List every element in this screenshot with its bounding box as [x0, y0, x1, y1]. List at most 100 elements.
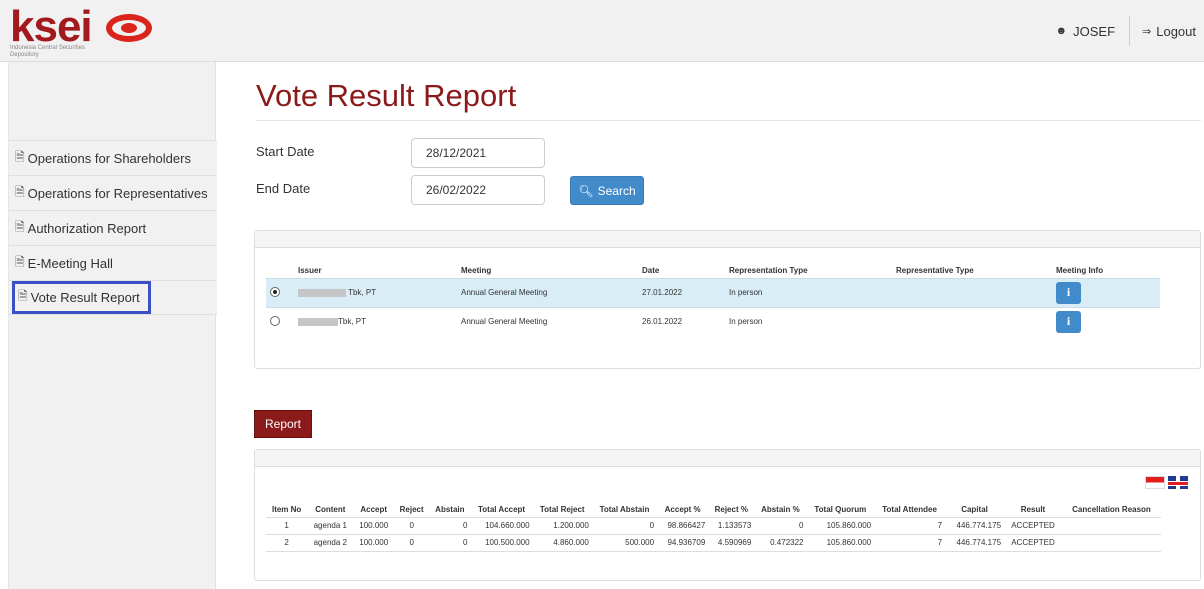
- accept-pct-cell: 94.936709: [657, 534, 709, 552]
- logo-subtitle: Indonesia Central Securities Depository: [10, 45, 86, 58]
- redacted-issuer: [298, 288, 346, 297]
- capital-cell: 446.774.175: [945, 534, 1005, 552]
- user-name: JOSEF: [1073, 23, 1116, 39]
- column-header-total-attendee: Total Attendee: [874, 502, 946, 518]
- user-icon: ☻: [1055, 25, 1068, 37]
- logout-link[interactable]: ⇒ Logout: [1130, 24, 1204, 39]
- table-header-row: Issuer Meeting Date Representation Type …: [266, 264, 1160, 278]
- redacted-issuer: [298, 318, 338, 327]
- meetings-table: Issuer Meeting Date Representation Type …: [266, 264, 1160, 336]
- start-date-input[interactable]: [411, 138, 545, 168]
- cancellation-reason-cell: [1061, 534, 1161, 552]
- meeting-info-button[interactable]: i: [1056, 310, 1081, 333]
- accept-cell: 100.000: [353, 517, 395, 535]
- result-cell: ACCEPTED: [1004, 517, 1062, 535]
- total-abstain-cell: 500.000: [591, 534, 658, 552]
- table-row: 1 agenda 1 100.000 0 0 104.660.000 1.200…: [266, 517, 1161, 535]
- item-no-cell: 1: [266, 517, 308, 535]
- reject-pct-cell: 1.133573: [708, 517, 755, 535]
- column-header-issuer: Issuer: [298, 266, 322, 276]
- meeting-cell: Annual General Meeting: [457, 277, 638, 308]
- results-panel: Item No Content Accept Reject Abstain To…: [254, 449, 1201, 581]
- column-header-total-accept: Total Accept: [470, 502, 533, 518]
- meeting-info-button[interactable]: i: [1056, 281, 1081, 304]
- abstain-cell: 0: [429, 517, 471, 535]
- column-header-content: Content: [307, 502, 354, 518]
- sidebar-item-label: Operations for Representatives: [27, 185, 208, 201]
- select-column-header: [266, 264, 294, 278]
- total-reject-cell: 1.200.000: [532, 517, 592, 535]
- search-button[interactable]: 🔍︎ Search: [570, 176, 644, 205]
- document-icon: 🗎: [18, 289, 28, 303]
- table-header-row: Item No Content Accept Reject Abstain To…: [266, 502, 1161, 518]
- total-accept-cell: 100.500.000: [470, 534, 533, 552]
- end-date-input[interactable]: [411, 175, 545, 205]
- total-reject-cell: 4.860.000: [532, 534, 592, 552]
- sidebar-item-authorization-report[interactable]: 🗎 Authorization Report: [9, 210, 217, 245]
- report-button[interactable]: Report: [254, 410, 312, 438]
- content-cell: agenda 2: [307, 534, 354, 552]
- document-icon: 🗎: [15, 219, 25, 234]
- column-header-capital: Capital: [945, 502, 1005, 518]
- total-quorum-cell: 105.860.000: [806, 534, 875, 552]
- user-area: ☻ JOSEF ⇒ Logout: [1042, 0, 1204, 62]
- radio-selected-icon[interactable]: [270, 286, 280, 297]
- info-icon: i: [1066, 285, 1071, 299]
- item-no-cell: 2: [266, 534, 308, 552]
- column-header-total-quorum: Total Quorum: [806, 502, 875, 518]
- results-table: Item No Content Accept Reject Abstain To…: [266, 502, 1161, 552]
- cancellation-reason-cell: [1061, 517, 1161, 535]
- ksei-logo[interactable]: ksei Indonesia Central Securities Deposi…: [10, 2, 170, 60]
- meeting-cell: Annual General Meeting: [461, 317, 548, 327]
- total-attendee-cell: 7: [874, 534, 946, 552]
- meetings-panel: Issuer Meeting Date Representation Type …: [254, 230, 1201, 369]
- start-date-label: Start Date: [256, 144, 315, 159]
- abstain-pct-cell: 0.472322: [754, 534, 807, 552]
- language-switcher: [1145, 476, 1188, 489]
- document-icon: 🗎: [15, 149, 25, 164]
- reject-cell: 0: [394, 517, 430, 535]
- panel-header: [255, 231, 1200, 248]
- sidebar-item-label: Vote Result Report: [30, 290, 140, 305]
- column-header-meeting: Meeting: [461, 266, 492, 276]
- total-attendee-cell: 7: [874, 517, 946, 535]
- active-item-outline: 🗎 Vote Result Report: [12, 281, 151, 314]
- search-label: Search: [597, 183, 636, 198]
- column-header-abstain-pct: Abstain %: [754, 502, 807, 518]
- accept-pct-cell: 98.866427: [657, 517, 709, 535]
- page-title: Vote Result Report: [256, 78, 517, 113]
- column-header-total-abstain: Total Abstain: [591, 502, 658, 518]
- table-row: 2 agenda 2 100.000 0 0 100.500.000 4.860…: [266, 534, 1161, 552]
- capital-cell: 446.774.175: [945, 517, 1005, 535]
- indonesia-flag-icon[interactable]: [1145, 476, 1165, 489]
- reject-cell: 0: [394, 534, 430, 552]
- total-quorum-cell: 105.860.000: [806, 517, 875, 535]
- table-row[interactable]: Tbk, PT Annual General Meeting 27.01.202…: [266, 277, 1160, 308]
- user-menu[interactable]: ☻ JOSEF: [1042, 16, 1131, 46]
- logout-icon: ⇒: [1142, 25, 1152, 38]
- panel-header: [255, 450, 1200, 467]
- total-abstain-cell: 0: [591, 517, 658, 535]
- sidebar-item-e-meeting-hall[interactable]: 🗎 E-Meeting Hall: [9, 245, 217, 280]
- sidebar-item-operations-shareholders[interactable]: 🗎 Operations for Shareholders: [9, 140, 217, 175]
- sidebar: 🗎 Operations for Shareholders 🗎 Operatio…: [8, 62, 217, 589]
- sidebar-item-label: E-Meeting Hall: [27, 255, 113, 271]
- row-select[interactable]: [266, 307, 294, 336]
- sidebar-item-operations-representatives[interactable]: 🗎 Operations for Representatives: [9, 175, 217, 210]
- date-cell: 27.01.2022: [638, 277, 725, 308]
- document-icon: 🗎: [15, 254, 25, 269]
- row-select[interactable]: [266, 277, 294, 308]
- sidebar-nav: 🗎 Operations for Shareholders 🗎 Operatio…: [9, 140, 217, 315]
- radio-unselected-icon[interactable]: [270, 315, 280, 326]
- column-header-abstain: Abstain: [429, 502, 471, 518]
- top-bar: ksei Indonesia Central Securities Deposi…: [0, 0, 1204, 62]
- logo-mark-icon: [106, 14, 152, 42]
- result-cell: ACCEPTED: [1004, 534, 1062, 552]
- sidebar-item-vote-result-report[interactable]: 🗎 Vote Result Report: [9, 280, 217, 315]
- info-icon: i: [1066, 314, 1071, 329]
- table-row[interactable]: Tbk, PT Annual General Meeting 26.01.202…: [266, 307, 1160, 336]
- sidebar-item-label: Operations for Shareholders: [27, 150, 191, 166]
- uk-flag-icon[interactable]: [1168, 476, 1188, 489]
- abstain-cell: 0: [429, 534, 471, 552]
- column-header-date: Date: [642, 266, 660, 276]
